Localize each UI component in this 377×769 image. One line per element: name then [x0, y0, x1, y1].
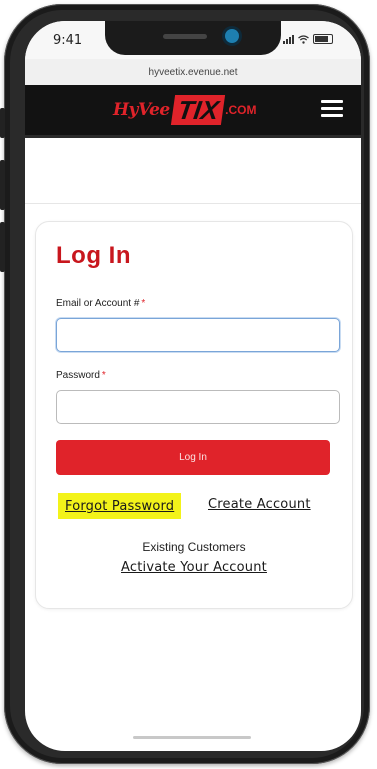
site-header: HyVee TIX .COM: [25, 85, 361, 138]
logo-tix: TIX: [170, 95, 226, 125]
battery-icon: [313, 34, 333, 44]
password-field[interactable]: [56, 390, 340, 424]
password-required-marker: *: [101, 370, 106, 381]
phone-screen: 9:41 hyveetix.evenue.net HyVee TIX .COM: [25, 21, 361, 751]
login-button[interactable]: Log In: [56, 440, 330, 475]
section-divider: [25, 203, 361, 204]
status-time: 9:41: [53, 33, 83, 48]
status-icons: [283, 34, 333, 44]
phone-notch: [105, 21, 281, 55]
password-label: Password *: [56, 370, 106, 381]
existing-customers-text: Existing Customers: [142, 540, 246, 554]
url-text: hyveetix.evenue.net: [148, 66, 238, 78]
logo-com: .COM: [225, 103, 257, 117]
create-account-link[interactable]: Create Account: [208, 497, 311, 512]
logo-hyvee: HyVee: [113, 100, 170, 120]
login-title: Log In: [56, 242, 131, 269]
activate-account-wrap: Activate Your Account: [36, 558, 352, 576]
browser-address-bar[interactable]: hyveetix.evenue.net: [25, 59, 361, 86]
forgot-password-highlight: Forgot Password: [58, 493, 182, 519]
speaker-grille: [163, 34, 207, 39]
email-field[interactable]: [56, 318, 340, 352]
front-camera: [225, 29, 239, 43]
email-label: Email or Account # *: [56, 298, 145, 309]
signal-icon: [283, 35, 294, 44]
hamburger-menu-icon[interactable]: [321, 100, 343, 118]
hyveetix-logo[interactable]: HyVee TIX .COM: [113, 95, 257, 125]
volume-down-button: [0, 222, 5, 272]
forgot-password-link[interactable]: Forgot Password: [65, 499, 174, 514]
mute-switch: [0, 108, 5, 138]
wifi-icon: [298, 35, 309, 44]
email-required-marker: *: [141, 298, 146, 309]
home-indicator[interactable]: [133, 736, 251, 739]
password-label-text: Password: [56, 370, 100, 381]
activate-account-link[interactable]: Activate Your Account: [121, 560, 267, 575]
status-bar: 9:41: [25, 21, 361, 59]
login-card: Log In Email or Account # * Password * Log…: [35, 221, 353, 609]
volume-up-button: [0, 160, 5, 210]
email-label-text: Email or Account #: [56, 298, 140, 309]
